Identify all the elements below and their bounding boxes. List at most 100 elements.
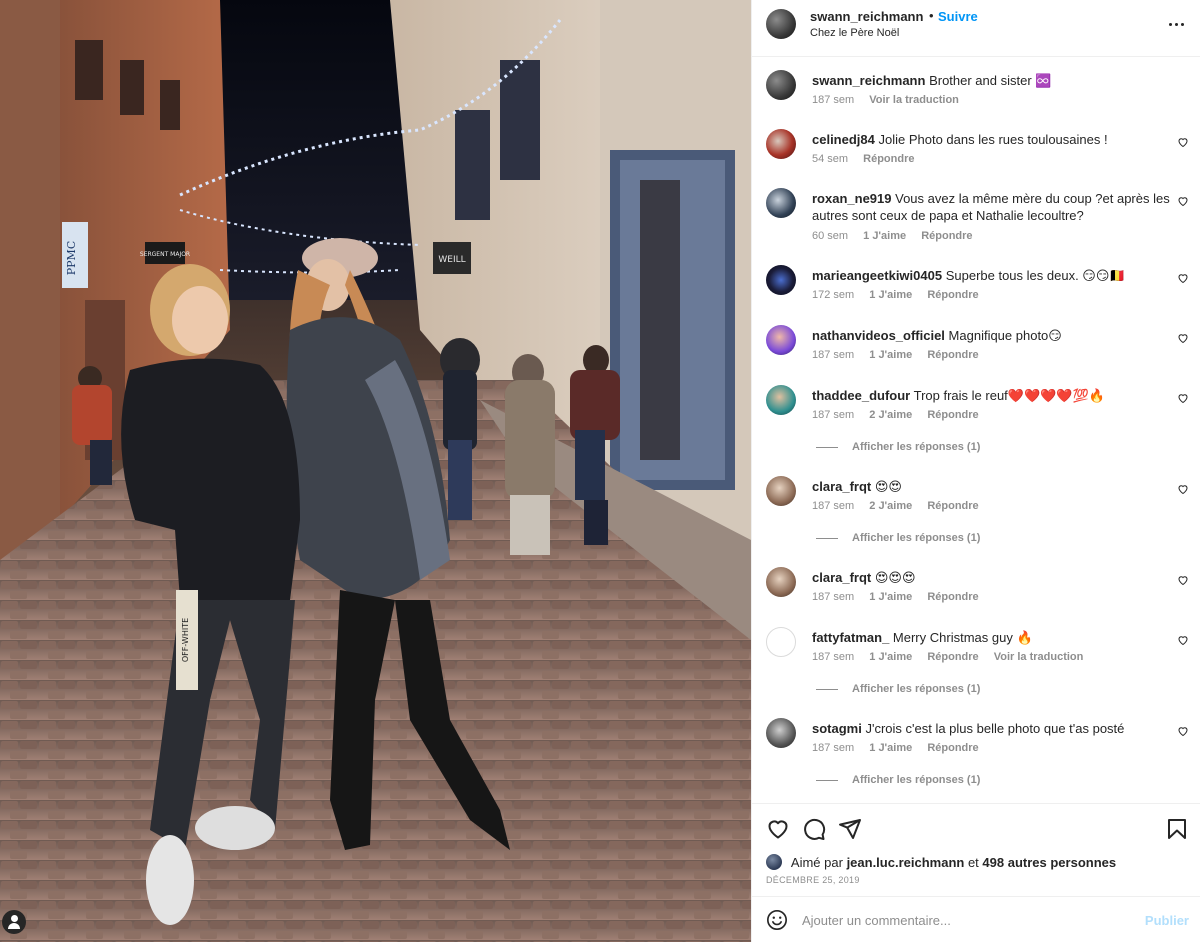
liker-avatar[interactable] (766, 854, 782, 870)
commenter-avatar[interactable] (766, 567, 796, 597)
caption-username[interactable]: swann_reichmann (812, 73, 925, 88)
comment-heart-icon[interactable] (1177, 136, 1189, 148)
comments-list[interactable]: swann_reichmann Brother and sister ♾️ 18… (752, 57, 1200, 803)
sergent-major-sign: SERGENT MAJOR (140, 251, 190, 258)
comment-username[interactable]: sotagmi (812, 721, 862, 736)
comment-likes[interactable]: 1 J'aime (869, 742, 912, 754)
comment-likes[interactable]: 2 J'aime (869, 500, 912, 512)
comment-heart-icon[interactable] (1177, 272, 1189, 284)
comment-username[interactable]: clara_frqt (812, 479, 871, 494)
comment-time: 187 sem (812, 742, 855, 754)
comment-text: Jolie Photo dans les rues toulousaines ! (878, 132, 1108, 147)
author-avatar[interactable] (766, 9, 796, 39)
reply-button[interactable]: Répondre (927, 742, 978, 754)
commenter-avatar[interactable] (766, 627, 796, 657)
post-side-panel: swann_reichmann • Suivre Chez le Père No… (751, 0, 1200, 942)
post-location[interactable]: Chez le Père Noël (810, 27, 899, 39)
comment-text: Magnifique photo😏 (948, 328, 1062, 343)
comment-likes[interactable]: 1 J'aime (869, 349, 912, 361)
comment-time: 187 sem (812, 591, 855, 603)
post-date: DÉCEMBRE 25, 2019 (766, 875, 860, 885)
likes-connector: et (967, 855, 979, 870)
user-tag-icon[interactable] (2, 910, 26, 934)
comment-text: Trop frais le reuf❤️❤️❤️❤️💯🔥 (913, 388, 1105, 403)
author-avatar[interactable] (766, 70, 796, 100)
more-options-icon[interactable] (1167, 14, 1187, 34)
commenter-avatar[interactable] (766, 718, 796, 748)
comment-username[interactable]: clara_frqt (812, 570, 871, 585)
reply-button[interactable]: Répondre (927, 591, 978, 603)
author-username[interactable]: swann_reichmann (810, 9, 923, 24)
header-separator: • (929, 8, 934, 23)
commenter-avatar[interactable] (766, 385, 796, 415)
commenter-avatar[interactable] (766, 129, 796, 159)
view-replies-button[interactable]: Afficher les réponses (1) (816, 532, 980, 544)
reply-button[interactable]: Répondre (927, 651, 978, 663)
comment-username[interactable]: nathanvideos_officiel (812, 328, 945, 343)
ppmc-sign: PPMC (65, 241, 78, 275)
caption-text: Brother and sister ♾️ (929, 73, 1052, 88)
comment-text: Merry Christmas guy 🔥 (892, 630, 1033, 645)
commenter-avatar[interactable] (766, 476, 796, 506)
reply-button[interactable]: Répondre (927, 349, 978, 361)
follow-button[interactable]: Suivre (938, 9, 978, 24)
comment-heart-icon[interactable] (1177, 332, 1189, 344)
reply-button[interactable]: Répondre (927, 500, 978, 512)
off-white-strap: OFF-WHITE (181, 618, 190, 662)
comment-likes[interactable]: 1 J'aime (869, 651, 912, 663)
post-header: swann_reichmann • Suivre Chez le Père No… (752, 0, 1200, 57)
comment-time: 172 sem (812, 289, 855, 301)
translate-link[interactable]: Voir la traduction (994, 651, 1084, 663)
emoji-icon[interactable] (766, 909, 788, 931)
weill-sign: WEILL (438, 255, 465, 265)
comment-text: 😍😍 (874, 479, 902, 494)
likes-prefix: Aimé par (790, 855, 843, 870)
view-replies-button[interactable]: Afficher les réponses (1) (816, 441, 980, 453)
commenter-avatar[interactable] (766, 265, 796, 295)
reply-button[interactable]: Répondre (927, 289, 978, 301)
comment-heart-icon[interactable] (1177, 574, 1189, 586)
comment-text: J'crois c'est la plus belle photo que t'… (865, 721, 1125, 736)
comment-likes[interactable]: 1 J'aime (869, 289, 912, 301)
view-replies-button[interactable]: Afficher les réponses (1) (816, 683, 980, 695)
commenter-avatar[interactable] (766, 188, 796, 218)
post-photo[interactable]: PPMC SERGENT MAJOR WEILL OFF-WHITE (0, 0, 751, 942)
comment-likes[interactable]: 2 J'aime (869, 409, 912, 421)
commenter-avatar[interactable] (766, 325, 796, 355)
comment-heart-icon[interactable] (1177, 392, 1189, 404)
comment-heart-icon[interactable] (1177, 634, 1189, 646)
comment-username[interactable]: roxan_ne919 (812, 191, 892, 206)
comment-time: 60 sem (812, 230, 849, 242)
publish-button[interactable]: Publier (1145, 913, 1189, 928)
comment-text: 😍😍😍 (874, 570, 916, 585)
comment-username[interactable]: fattyfatman_ (812, 630, 889, 645)
bookmark-icon[interactable] (1165, 817, 1189, 841)
speech-bubble-icon[interactable] (802, 817, 826, 841)
comment-time: 54 sem (812, 153, 849, 165)
comment-username[interactable]: marieangeetkiwi0405 (812, 268, 942, 283)
comment-input[interactable] (802, 907, 1122, 933)
caption-time: 187 sem (812, 94, 855, 106)
view-replies-button[interactable]: Afficher les réponses (1) (816, 774, 980, 786)
comment-heart-icon[interactable] (1177, 725, 1189, 737)
reply-button[interactable]: Répondre (927, 409, 978, 421)
post-actions: Aimé par jean.luc.reichmann et 498 autre… (752, 803, 1200, 897)
reply-button[interactable]: Répondre (921, 230, 972, 242)
comment-likes[interactable]: 1 J'aime (863, 230, 906, 242)
comment-time: 187 sem (812, 409, 855, 421)
heart-icon[interactable] (766, 817, 790, 841)
comment-username[interactable]: celinedj84 (812, 132, 875, 147)
comment-heart-icon[interactable] (1177, 195, 1189, 207)
comment-text: Superbe tous les deux. 😏😏🇧🇪 (945, 268, 1126, 283)
comment-composer: Publier (752, 896, 1200, 942)
street-scene-image: PPMC SERGENT MAJOR WEILL OFF-WHITE (0, 0, 751, 942)
comment-username[interactable]: thaddee_dufour (812, 388, 910, 403)
comment-heart-icon[interactable] (1177, 483, 1189, 495)
paper-plane-icon[interactable] (838, 817, 862, 841)
liker-username[interactable]: jean.luc.reichmann (847, 855, 965, 870)
caption-translate-link[interactable]: Voir la traduction (869, 94, 959, 106)
comment-likes[interactable]: 1 J'aime (869, 591, 912, 603)
reply-button[interactable]: Répondre (863, 153, 914, 165)
likes-others-link[interactable]: 498 autres personnes (982, 855, 1116, 870)
comment-time: 187 sem (812, 500, 855, 512)
